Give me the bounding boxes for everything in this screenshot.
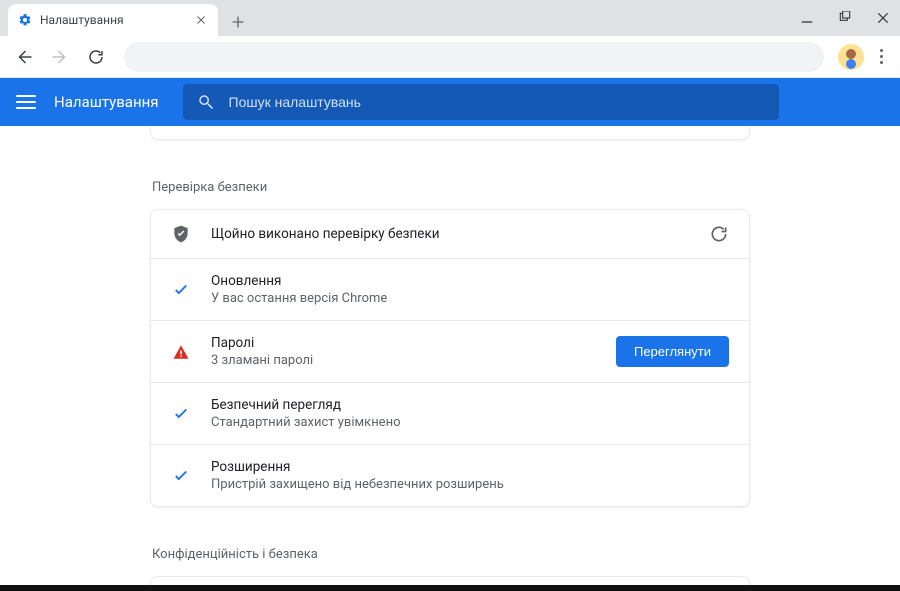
- safety-check-card: Щойно виконано перевірку безпеки Оновлен…: [150, 209, 750, 507]
- tab-title: Налаштування: [40, 13, 186, 27]
- close-tab-button[interactable]: [194, 13, 208, 27]
- settings-appbar: Налаштування: [0, 78, 900, 126]
- forward-button[interactable]: [46, 43, 74, 71]
- passwords-row[interactable]: Паролі 3 зламані паролі Переглянути: [151, 320, 749, 382]
- search-input[interactable]: [229, 94, 765, 110]
- updates-row[interactable]: Оновлення У вас остання версія Chrome: [151, 258, 749, 320]
- search-icon: [197, 93, 215, 111]
- back-button[interactable]: [10, 43, 38, 71]
- maximize-button[interactable]: [836, 9, 854, 27]
- new-tab-button[interactable]: [224, 8, 252, 36]
- bottom-edge: [0, 585, 900, 591]
- extensions-sub: Пристрій захищено від небезпечних розшир…: [211, 477, 729, 492]
- safebrowsing-row[interactable]: Безпечний перегляд Стандартний захист ув…: [151, 382, 749, 444]
- section-label-safety: Перевірка безпеки: [152, 180, 750, 195]
- close-window-button[interactable]: [874, 9, 892, 27]
- window-titlebar: Налаштування: [0, 0, 900, 36]
- browser-tab-active[interactable]: Налаштування: [8, 4, 218, 36]
- review-passwords-button[interactable]: Переглянути: [616, 336, 729, 367]
- settings-app: Налаштування Перевірка безпеки Щойно вик…: [0, 78, 900, 591]
- window-controls: [798, 0, 892, 36]
- updates-sub: У вас остання версія Chrome: [211, 291, 729, 306]
- appbar-title: Налаштування: [54, 93, 159, 111]
- passwords-title: Паролі: [211, 335, 596, 351]
- settings-search[interactable]: [183, 84, 779, 120]
- gear-icon: [18, 13, 32, 27]
- menu-button[interactable]: [16, 95, 36, 109]
- section-label-privacy: Конфіденційність і безпека: [152, 547, 750, 562]
- shield-check-icon: [171, 224, 191, 244]
- safety-check-header-row: Щойно виконано перевірку безпеки: [151, 210, 749, 258]
- extensions-title: Розширення: [211, 459, 729, 475]
- profile-avatar[interactable]: [838, 44, 864, 70]
- warning-icon: [171, 342, 191, 362]
- safebrowsing-title: Безпечний перегляд: [211, 397, 729, 413]
- extensions-row[interactable]: Розширення Пристрій захищено від небезпе…: [151, 444, 749, 506]
- previous-card-tail: [150, 126, 750, 140]
- check-icon: [171, 280, 191, 300]
- address-bar[interactable]: [124, 42, 824, 72]
- check-icon: [171, 466, 191, 486]
- browser-menu-button[interactable]: [872, 43, 890, 71]
- passwords-sub: 3 зламані паролі: [211, 353, 596, 368]
- reload-button[interactable]: [82, 43, 110, 71]
- rerun-safety-check-button[interactable]: [709, 224, 729, 244]
- settings-content: Перевірка безпеки Щойно виконано перевір…: [0, 126, 900, 591]
- safebrowsing-sub: Стандартний захист увімкнено: [211, 415, 729, 430]
- minimize-button[interactable]: [798, 9, 816, 27]
- safety-header-title: Щойно виконано перевірку безпеки: [211, 226, 689, 242]
- check-icon: [171, 404, 191, 424]
- browser-toolbar: [0, 36, 900, 78]
- updates-title: Оновлення: [211, 273, 729, 289]
